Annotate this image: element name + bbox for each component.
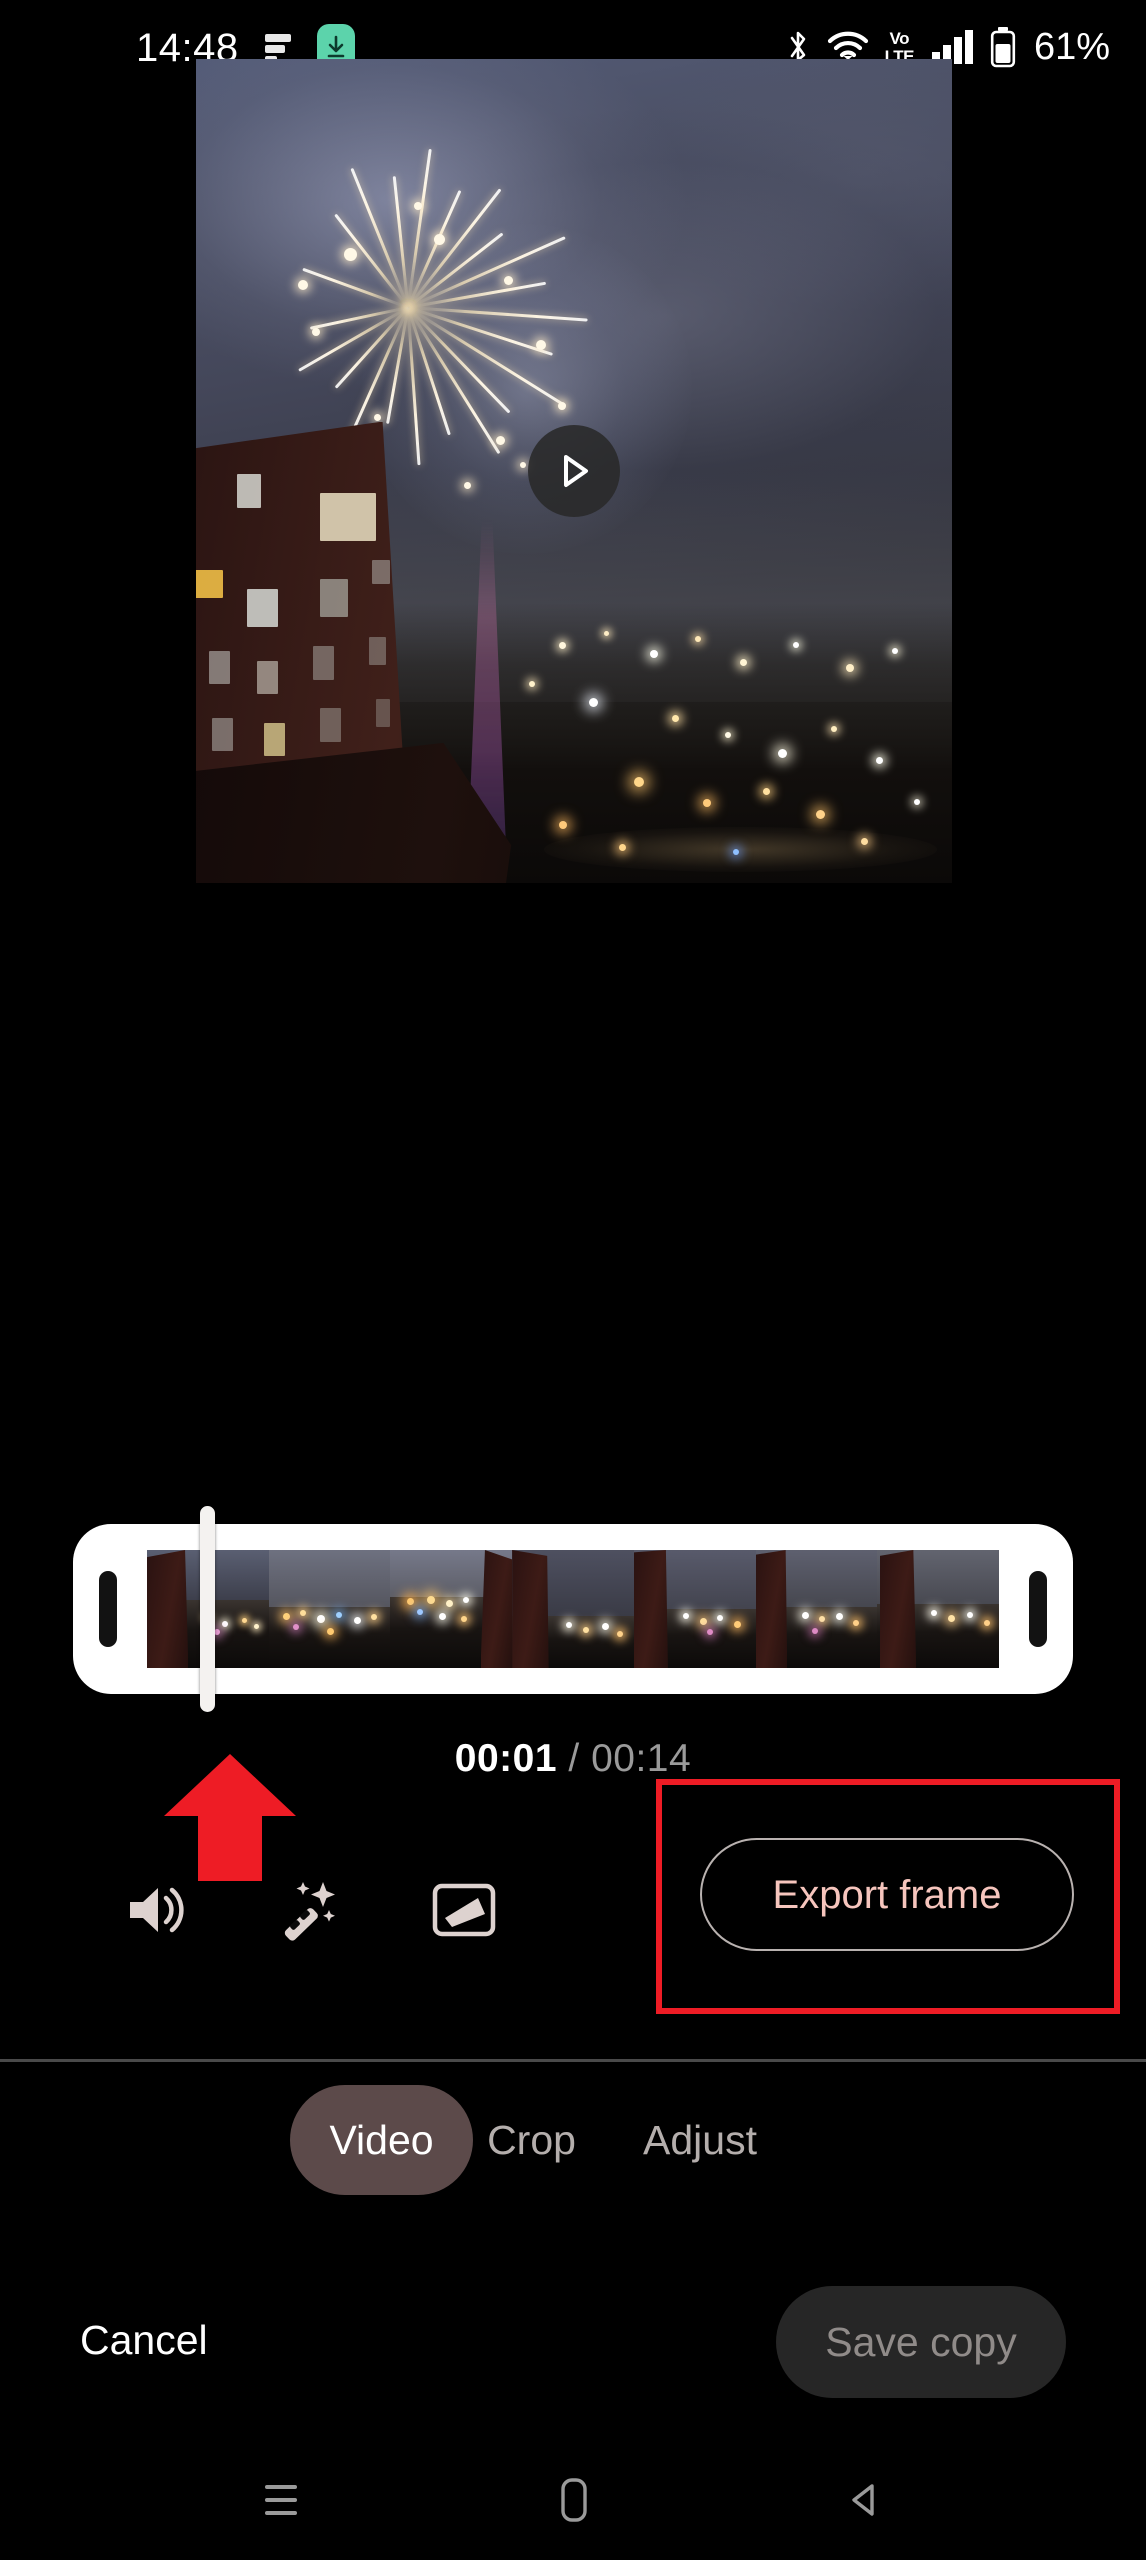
playhead[interactable] bbox=[200, 1506, 215, 1712]
video-timeline[interactable] bbox=[73, 1506, 1073, 1712]
cancel-label: Cancel bbox=[80, 2317, 208, 2363]
tab-adjust[interactable]: Adjust bbox=[570, 2085, 830, 2195]
tab-crop-label: Crop bbox=[487, 2117, 576, 2163]
trim-start-handle[interactable] bbox=[99, 1571, 117, 1647]
battery-icon bbox=[990, 26, 1016, 68]
save-copy-button[interactable]: Save copy bbox=[776, 2286, 1066, 2398]
phone-screen: 14:48 Vo LTE 61% 00:01 / 00:14 Export fr… bbox=[0, 0, 1146, 2560]
magic-wand-icon bbox=[284, 1882, 335, 1941]
up-arrow-icon bbox=[164, 1754, 296, 1881]
filmstrip-frame[interactable] bbox=[755, 1550, 878, 1668]
current-time-label: 00:01 bbox=[454, 1737, 558, 1780]
tab-video-label: Video bbox=[329, 2117, 434, 2163]
road-glow bbox=[543, 826, 937, 872]
filmstrip-frame[interactable] bbox=[268, 1550, 391, 1668]
back-icon bbox=[852, 2484, 874, 2516]
red-arrow-annotation bbox=[160, 1750, 300, 1885]
volume-icon bbox=[130, 1887, 184, 1933]
filmstrip[interactable] bbox=[147, 1550, 999, 1668]
tab-adjust-label: Adjust bbox=[643, 2117, 757, 2163]
time-separator: / bbox=[568, 1737, 580, 1780]
play-icon bbox=[564, 455, 588, 487]
stabilize-button[interactable] bbox=[416, 1862, 512, 1958]
filmstrip-frame[interactable] bbox=[390, 1550, 513, 1668]
video-preview[interactable] bbox=[196, 59, 952, 883]
trim-end-handle[interactable] bbox=[1029, 1571, 1047, 1647]
home-button[interactable] bbox=[518, 2458, 628, 2542]
total-time-label: 00:14 bbox=[591, 1737, 692, 1780]
recents-button[interactable] bbox=[226, 2458, 336, 2542]
filmstrip-frame[interactable] bbox=[512, 1550, 634, 1668]
section-divider bbox=[0, 2059, 1146, 2062]
home-icon bbox=[561, 2478, 587, 2522]
android-nav-bar bbox=[0, 2440, 1146, 2560]
cancel-button[interactable]: Cancel bbox=[80, 2300, 320, 2380]
play-button[interactable] bbox=[528, 425, 620, 517]
stabilize-icon bbox=[432, 1883, 496, 1937]
export-frame-label: Export frame bbox=[772, 1872, 1002, 1917]
save-copy-label: Save copy bbox=[825, 2319, 1017, 2365]
volte-top-label: Vo bbox=[889, 28, 910, 48]
filmstrip-frame[interactable] bbox=[633, 1550, 756, 1668]
battery-percent-label: 61% bbox=[1033, 26, 1110, 68]
editor-tab-bar: Video Crop Adjust bbox=[0, 2085, 1146, 2207]
filmstrip-frame[interactable] bbox=[877, 1550, 999, 1668]
recents-icon bbox=[265, 2485, 297, 2515]
export-frame-button[interactable]: Export frame bbox=[700, 1838, 1074, 1951]
back-button[interactable] bbox=[810, 2458, 920, 2542]
